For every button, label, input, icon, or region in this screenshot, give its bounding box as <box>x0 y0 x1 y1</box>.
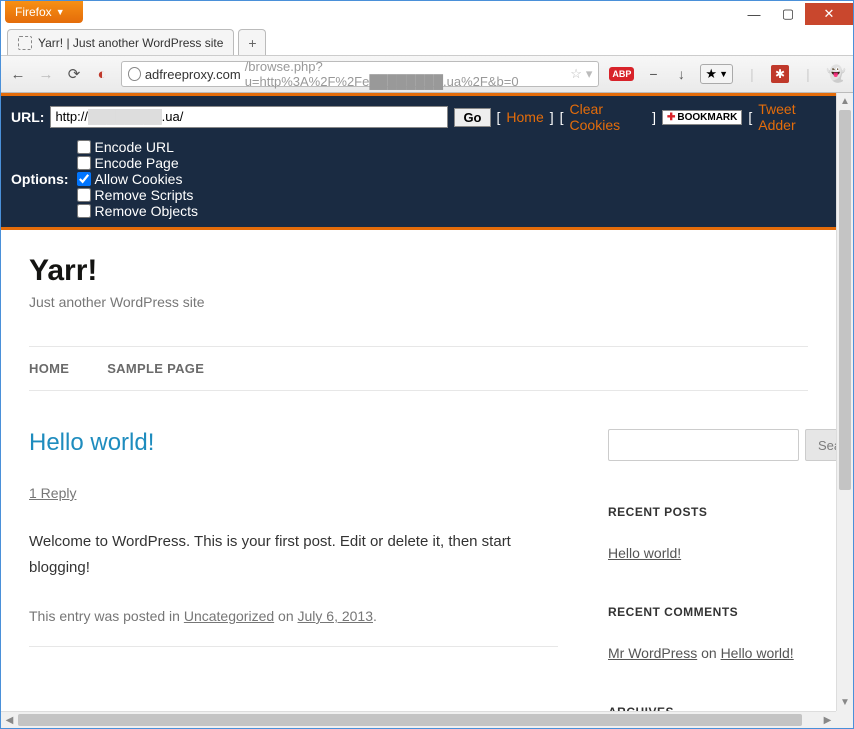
bookmark-star-icon[interactable]: ☆ <box>570 66 582 82</box>
clear-cookies-link[interactable]: Clear Cookies <box>570 101 647 133</box>
post-title[interactable]: Hello world! <box>29 429 558 457</box>
proxy-toolbar: URL: http://████████.ua/ Go [Home] [Clea… <box>1 93 836 230</box>
site-nav: HOME SAMPLE PAGE <box>29 346 808 391</box>
vertical-scrollbar[interactable]: ▲ ▼ <box>836 93 853 711</box>
address-dropdown-icon[interactable]: ▾ <box>586 66 593 82</box>
reload-button[interactable]: ⟳ <box>65 65 83 83</box>
go-button[interactable]: Go <box>454 108 490 127</box>
ghostery-icon[interactable]: 👻 <box>827 65 845 83</box>
forward-button[interactable]: → <box>37 65 55 83</box>
checkbox-label: Encode Page <box>95 155 179 171</box>
checkbox[interactable] <box>77 156 91 170</box>
option-remove-objects[interactable]: Remove Objects <box>77 203 198 219</box>
bookmarks-menu-button[interactable]: ★▼ <box>700 64 733 84</box>
post-body: Welcome to WordPress. This is your first… <box>29 529 558 580</box>
options-label: Options: <box>11 171 69 187</box>
post-footer: This entry was posted in Uncategorized o… <box>29 608 558 647</box>
recent-posts-heading: RECENT POSTS <box>608 505 808 519</box>
bookmark-button[interactable]: ✚BOOKMARK <box>662 110 742 125</box>
window-titlebar: Firefox ▼ — ▢ ✕ <box>1 1 853 27</box>
checkbox[interactable] <box>77 188 91 202</box>
nav-sample-page[interactable]: SAMPLE PAGE <box>107 361 204 376</box>
extension-icon[interactable]: ◐ <box>93 65 111 83</box>
tab-bar: Yarr! | Just another WordPress site + <box>1 27 853 55</box>
minimize-button[interactable]: — <box>737 3 771 25</box>
firefox-label: Firefox <box>15 5 52 19</box>
page-content: Yarr! Just another WordPress site HOME S… <box>1 230 836 711</box>
scrollbar-thumb[interactable] <box>839 110 851 490</box>
minus-icon[interactable]: − <box>644 65 662 83</box>
site-title[interactable]: Yarr! <box>29 254 808 288</box>
lastpass-icon[interactable]: ✱ <box>771 65 789 83</box>
checkbox-label: Remove Objects <box>95 203 198 219</box>
favicon-icon <box>18 36 32 50</box>
recent-comments-heading: RECENT COMMENTS <box>608 605 808 619</box>
checkbox[interactable] <box>77 140 91 154</box>
category-link[interactable]: Uncategorized <box>184 608 274 624</box>
new-tab-button[interactable]: + <box>238 29 266 55</box>
address-bar[interactable]: adfreeproxy.com/browse.php?u=http%3A%2F%… <box>121 61 599 87</box>
scroll-left-icon[interactable]: ◀ <box>1 712 18 728</box>
back-button[interactable]: ← <box>9 65 27 83</box>
site-tagline: Just another WordPress site <box>29 294 808 310</box>
recent-comment: Mr WordPress on Hello world! <box>608 645 808 661</box>
separator-icon: | <box>743 65 761 83</box>
recent-post-link[interactable]: Hello world! <box>608 545 808 561</box>
nav-home[interactable]: HOME <box>29 361 69 376</box>
firefox-menu-button[interactable]: Firefox ▼ <box>5 1 83 23</box>
scroll-up-icon[interactable]: ▲ <box>837 93 853 110</box>
option-encode-url[interactable]: Encode URL <box>77 139 198 155</box>
close-button[interactable]: ✕ <box>805 3 853 25</box>
url-label: URL: <box>11 109 44 125</box>
globe-icon <box>128 67 141 81</box>
download-icon[interactable]: ↓ <box>672 65 690 83</box>
tweet-adder-link[interactable]: Tweet Adder <box>758 101 826 133</box>
checkbox[interactable] <box>77 172 91 186</box>
adblock-icon[interactable]: ABP <box>609 67 634 81</box>
comment-author-link[interactable]: Mr WordPress <box>608 645 697 661</box>
horizontal-scrollbar[interactable]: ◀ ▶ <box>1 711 836 728</box>
separator-icon: | <box>799 65 817 83</box>
scrollbar-thumb[interactable] <box>18 714 802 726</box>
address-path: /browse.php?u=http%3A%2F%2Fe████████.ua%… <box>245 59 563 89</box>
search-input[interactable] <box>608 429 799 461</box>
proxy-url-input[interactable]: http://████████.ua/ <box>50 106 448 128</box>
checkbox-label: Remove Scripts <box>95 187 194 203</box>
maximize-button[interactable]: ▢ <box>771 3 805 25</box>
browser-tab[interactable]: Yarr! | Just another WordPress site <box>7 29 234 55</box>
post-date-link[interactable]: July 6, 2013 <box>298 608 374 624</box>
checkbox[interactable] <box>77 204 91 218</box>
checkbox-label: Encode URL <box>95 139 174 155</box>
scroll-down-icon[interactable]: ▼ <box>837 694 853 711</box>
chevron-down-icon: ▼ <box>56 7 65 17</box>
comment-post-link[interactable]: Hello world! <box>721 645 794 661</box>
option-allow-cookies[interactable]: Allow Cookies <box>77 171 198 187</box>
tab-title: Yarr! | Just another WordPress site <box>38 36 223 50</box>
option-remove-scripts[interactable]: Remove Scripts <box>77 187 198 203</box>
option-encode-page[interactable]: Encode Page <box>77 155 198 171</box>
proxy-home-link[interactable]: Home <box>506 109 543 125</box>
navigation-toolbar: ← → ⟳ ◐ adfreeproxy.com/browse.php?u=htt… <box>1 55 853 93</box>
reply-link[interactable]: 1 Reply <box>29 485 76 501</box>
scroll-right-icon[interactable]: ▶ <box>819 712 836 728</box>
checkbox-label: Allow Cookies <box>95 171 183 187</box>
address-host: adfreeproxy.com <box>145 67 241 82</box>
scrollbar-corner <box>836 711 853 728</box>
search-button[interactable]: Search <box>805 429 836 461</box>
